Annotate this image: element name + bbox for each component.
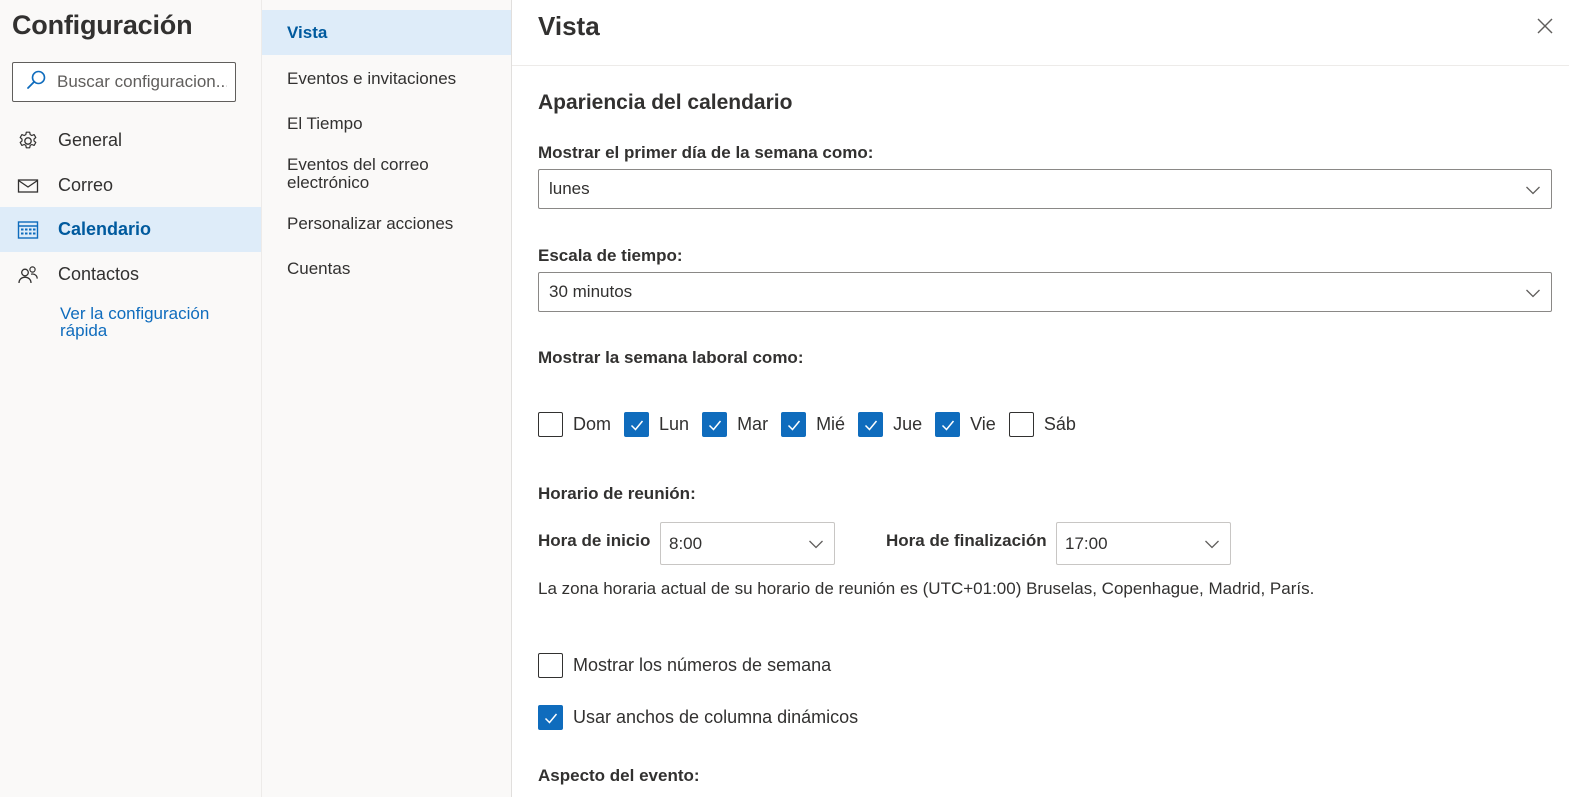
checkbox[interactable]	[538, 412, 563, 437]
checkbox[interactable]	[702, 412, 728, 437]
checkbox[interactable]	[538, 653, 563, 678]
day-label: Dom	[573, 414, 612, 434]
start-time-dropdown[interactable]: 8:00	[660, 522, 835, 565]
chevron-down-icon	[809, 540, 823, 549]
chevron-down-icon	[1526, 289, 1540, 298]
gear-icon	[17, 130, 39, 152]
subnav-item-weather[interactable]: El Tiempo	[262, 101, 511, 146]
content-header: Vista	[512, 0, 1569, 66]
checkbox[interactable]	[1008, 412, 1034, 437]
settings-window: Configuración General Correo Calendario	[0, 0, 1569, 797]
event-appearance-label: Aspecto del evento:	[538, 766, 700, 785]
checkbox[interactable]	[781, 412, 807, 437]
day-checkbox-dom[interactable]: Dom	[538, 412, 611, 437]
search-input[interactable]	[57, 72, 227, 92]
first-day-value: lunes	[549, 179, 590, 198]
subnav-item-accounts[interactable]: Cuentas	[262, 246, 511, 291]
time-scale-label: Escala de tiempo:	[538, 246, 683, 265]
week-numbers-option[interactable]: Mostrar los números de semana	[538, 653, 831, 678]
checkmark-icon	[630, 420, 643, 431]
search-icon	[25, 69, 47, 96]
checkbox[interactable]	[624, 412, 650, 437]
timezone-note: La zona horaria actual de su horario de …	[538, 579, 1315, 598]
calendar-icon	[17, 219, 39, 241]
subnav-item-view[interactable]: Vista	[262, 10, 511, 55]
checkmark-icon	[544, 713, 557, 724]
nav-item-general[interactable]: General	[0, 118, 261, 163]
settings-title: Configuración	[12, 10, 193, 40]
chevron-down-icon	[1205, 540, 1219, 549]
close-icon	[1537, 18, 1553, 34]
nav-item-label: General	[58, 130, 123, 150]
meeting-hours-label: Horario de reunión:	[538, 484, 696, 503]
start-time-value: 8:00	[669, 533, 703, 553]
nav-item-label: Calendario	[58, 219, 152, 239]
option-label: Mostrar los números de semana	[573, 655, 832, 675]
day-checkbox-vie[interactable]: Vie	[935, 412, 996, 437]
quick-settings-link[interactable]: Ver la configuración rápida	[60, 305, 250, 339]
nav-item-label: Contactos	[58, 264, 140, 284]
day-checkbox-sab[interactable]: Sáb	[1008, 412, 1076, 437]
day-label: Jue	[893, 414, 923, 434]
end-time-value: 17:00	[1065, 533, 1108, 553]
section-title: Apariencia del calendario	[538, 91, 793, 114]
day-label: Mar	[737, 414, 769, 434]
chevron-down-icon	[1526, 186, 1540, 195]
checkmark-icon	[708, 420, 721, 431]
mail-icon	[17, 175, 39, 197]
subnav-item-email-events[interactable]: Eventos del correo electrónico	[262, 148, 462, 200]
day-checkbox-jue[interactable]: Jue	[858, 412, 922, 437]
page-title: Vista	[538, 11, 600, 41]
nav-item-label: Correo	[58, 175, 114, 195]
day-checkbox-mar[interactable]: Mar	[702, 412, 768, 437]
close-button[interactable]	[1535, 16, 1555, 36]
people-icon	[17, 264, 39, 286]
calendar-subnav: Vista Eventos e invitaciones El Tiempo E…	[262, 0, 512, 797]
checkbox[interactable]	[858, 412, 884, 437]
nav-item-calendar[interactable]: Calendario	[0, 207, 261, 252]
checkmark-icon	[787, 420, 800, 431]
search-box[interactable]	[12, 62, 236, 102]
subnav-item-customize-actions[interactable]: Personalizar acciones	[262, 201, 511, 246]
checkmark-icon	[864, 420, 877, 431]
option-label: Usar anchos de columna dinámicos	[573, 707, 859, 727]
checkmark-icon	[941, 420, 954, 431]
work-week-days: Dom Lun Mar Mié Jue Vie Sáb	[538, 412, 1089, 437]
day-checkbox-lun[interactable]: Lun	[624, 412, 689, 437]
end-time-label: Hora de finalización	[886, 531, 1047, 550]
day-label: Vie	[970, 414, 996, 434]
day-checkbox-mie[interactable]: Mié	[781, 412, 845, 437]
time-scale-value: 30 minutos	[549, 282, 633, 301]
day-label: Sáb	[1043, 414, 1076, 434]
time-scale-dropdown[interactable]: 30 minutos	[538, 272, 1552, 312]
subnav-item-events-invitations[interactable]: Eventos e invitaciones	[262, 56, 511, 101]
day-label: Lun	[659, 414, 690, 434]
day-label: Mié	[816, 414, 846, 434]
checkbox[interactable]	[538, 705, 563, 730]
first-day-label: Mostrar el primer día de la semana como:	[538, 143, 874, 162]
first-day-dropdown[interactable]: lunes	[538, 169, 1552, 209]
settings-content: Vista Apariencia del calendario Mostrar …	[512, 0, 1569, 797]
settings-nav: Configuración General Correo Calendario	[0, 0, 262, 797]
nav-item-contacts[interactable]: Contactos	[0, 252, 261, 297]
nav-item-mail[interactable]: Correo	[0, 163, 261, 208]
work-week-label: Mostrar la semana laboral como:	[538, 348, 804, 367]
checkbox[interactable]	[935, 412, 961, 437]
start-time-label: Hora de inicio	[538, 531, 651, 550]
dynamic-column-widths-option[interactable]: Usar anchos de columna dinámicos	[538, 705, 858, 730]
end-time-dropdown[interactable]: 17:00	[1056, 522, 1231, 565]
